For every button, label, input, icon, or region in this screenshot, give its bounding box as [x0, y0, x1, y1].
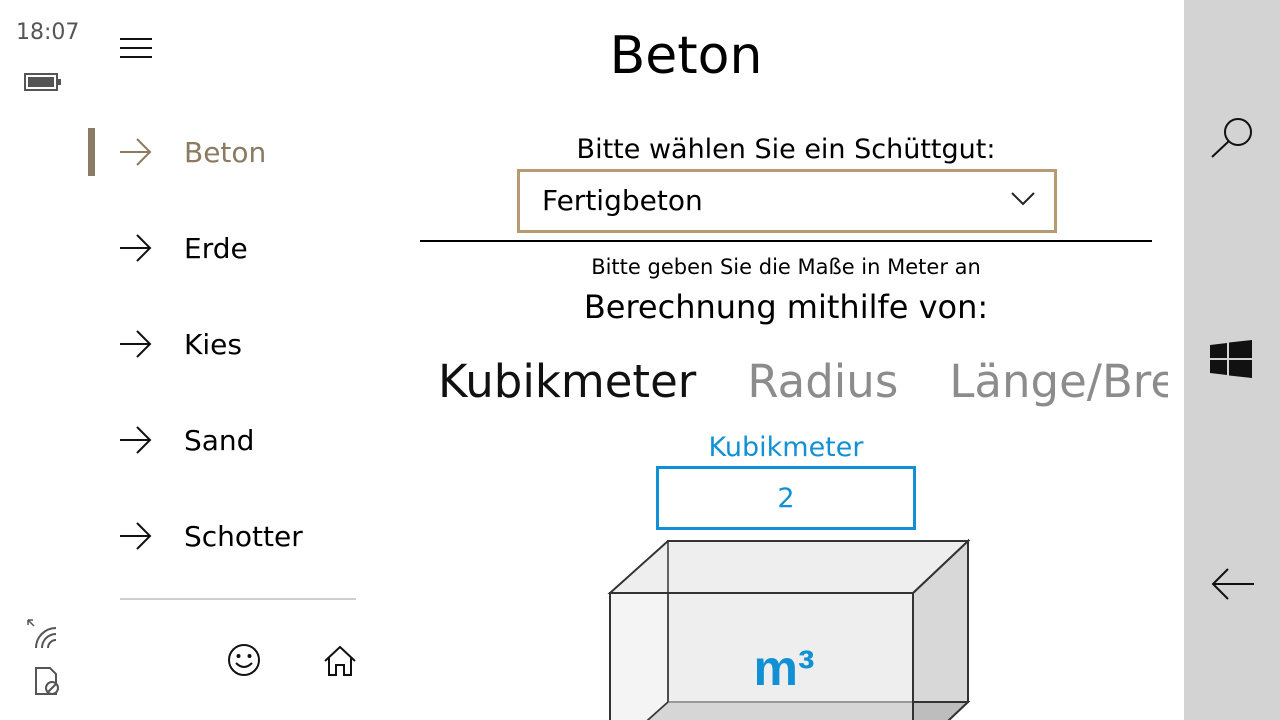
nav-item-label: Sand: [184, 424, 255, 457]
hamburger-menu-button[interactable]: [120, 38, 152, 62]
material-prompt: Bitte wählen Sie ein Schüttgut:: [576, 134, 996, 165]
material-dropdown[interactable]: Fertigbeton: [517, 169, 1057, 233]
wifi-signal-icon: [27, 619, 57, 649]
nav-item-erde[interactable]: Erde: [88, 220, 368, 280]
arrow-right-icon: [120, 138, 152, 166]
arrow-right-icon: [120, 330, 152, 358]
nav-item-beton[interactable]: Beton: [88, 124, 368, 184]
home-icon[interactable]: [322, 644, 358, 678]
tab-kubikmeter[interactable]: Kubikmeter: [438, 355, 696, 408]
battery-icon: [24, 73, 61, 91]
cube-illustration: m³: [607, 538, 971, 720]
no-sim-icon: [35, 667, 59, 695]
clock: 18:07: [16, 20, 80, 45]
search-icon[interactable]: [1208, 114, 1256, 160]
nav-item-kies[interactable]: Kies: [88, 316, 368, 376]
arrow-right-icon: [120, 234, 152, 262]
nav-item-label: Beton: [184, 136, 267, 169]
nav-item-label: Kies: [184, 328, 242, 361]
tab-laenge-breite[interactable]: Länge/Breite: [949, 355, 1168, 408]
calculation-heading: Berechnung mithilfe von:: [583, 288, 989, 326]
dropdown-selected-value: Fertigbeton: [542, 184, 703, 217]
back-arrow-icon[interactable]: [1210, 566, 1256, 602]
calculation-method-pivot: Kubikmeter Radius Länge/Breite: [438, 355, 1168, 415]
smiley-icon[interactable]: [226, 642, 262, 678]
kubikmeter-input-value: 2: [777, 483, 795, 514]
nav-divider: [120, 598, 356, 600]
kubikmeter-input[interactable]: 2: [656, 466, 916, 530]
nav-item-sand[interactable]: Sand: [88, 412, 368, 472]
tab-radius[interactable]: Radius: [747, 355, 898, 408]
windows-logo-icon[interactable]: [1210, 340, 1252, 378]
nav-item-schotter[interactable]: Schotter: [88, 508, 368, 568]
arrow-right-icon: [120, 522, 152, 550]
arrow-right-icon: [120, 426, 152, 454]
chevron-down-icon: [1011, 192, 1035, 206]
selection-indicator: [88, 128, 95, 176]
nav-item-label: Schotter: [184, 520, 303, 553]
cube-unit-label: m³: [753, 640, 814, 696]
section-divider: [420, 240, 1152, 242]
kubikmeter-field-label: Kubikmeter: [708, 432, 864, 463]
nav-item-label: Erde: [184, 232, 248, 265]
units-hint: Bitte geben Sie die Maße in Meter an: [591, 255, 981, 279]
status-bar: 18:07: [0, 0, 90, 720]
page-title: Beton: [609, 26, 763, 86]
